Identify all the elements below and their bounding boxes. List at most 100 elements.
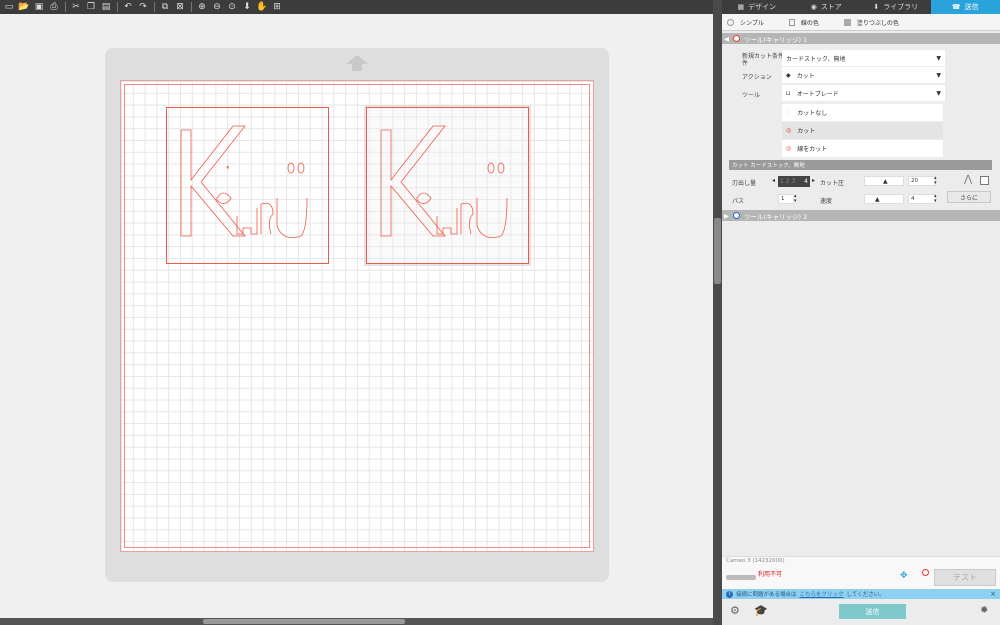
blade-depth-selector[interactable]: 1 2 3 4 [778, 176, 810, 187]
tab-fill-color-label: 塗りつぶしの色 [856, 19, 899, 27]
send-mode-tabs: シンプル 線の色 塗りつぶしの色 [722, 14, 1000, 31]
option-label: 線をカット [797, 146, 828, 153]
radio-icon [727, 18, 734, 26]
cut-icon[interactable]: ✂ [69, 1, 83, 13]
blade-depth-label: 刃出し量 [732, 180, 757, 187]
option-no-cut[interactable]: ◌ カットなし [782, 104, 943, 121]
tab-line-color-label: 線の色 [800, 19, 819, 27]
move-arrows-icon[interactable]: ✥ [900, 571, 908, 581]
ungroup-icon[interactable]: ⊠ [173, 1, 187, 13]
vertical-scrollbar[interactable] [713, 0, 722, 625]
zoom-out-icon[interactable]: ⊖ [210, 1, 224, 13]
action-select[interactable]: ◆ カット ▼ [782, 67, 945, 83]
paste-icon[interactable]: ▤ [99, 1, 113, 13]
blade-arrows-icon[interactable]: ▸ [812, 177, 815, 184]
zoom-select-icon[interactable]: ⊙ [225, 1, 239, 13]
test-button[interactable]: テスト [934, 569, 996, 586]
passes-input[interactable]: 1 [778, 194, 794, 204]
carriage-2-color-icon [733, 212, 740, 219]
zoom-fit-icon[interactable]: ⬇ [240, 1, 254, 13]
horizontal-scroll-thumb[interactable] [203, 619, 405, 624]
load-direction-arrow-icon [346, 55, 368, 71]
cut-icon: ◎ [786, 127, 792, 134]
cut-force-input[interactable]: 20 [908, 176, 936, 186]
close-icon[interactable]: × [990, 590, 996, 598]
info-link[interactable]: こちらをクリック [800, 590, 844, 598]
dropdown-arrow-icon: ▼ [936, 54, 941, 62]
speed-stepper-icon[interactable]: ▴ ▾ [934, 194, 937, 204]
copy-icon[interactable]: ❐ [84, 1, 98, 13]
collapse-triangle-icon: ◀ [724, 34, 729, 43]
blade-arrows-icon[interactable]: ◂ [772, 177, 775, 184]
tab-fill-color[interactable]: 塗りつぶしの色 [843, 18, 899, 27]
toolbar-divider [117, 2, 118, 12]
machine-settings-icon[interactable]: ⚙ [730, 604, 740, 617]
tab-simple[interactable]: シンプル [727, 18, 764, 27]
speed-label: 速度 [820, 198, 833, 205]
tab-library[interactable]: ⬇ ライブラリ [861, 0, 931, 14]
force-stepper-icon[interactable]: ▴ ▾ [934, 176, 937, 186]
device-status: 利用不可 [758, 571, 783, 578]
tab-simple-label: シンプル [740, 19, 764, 27]
open-icon[interactable]: 📂 [17, 1, 31, 13]
tab-store[interactable]: ◉ ストア [792, 0, 862, 14]
save-icon[interactable]: ▣ [32, 1, 46, 13]
fit-mat-icon[interactable]: ⊞ [270, 1, 284, 13]
more-settings-button[interactable]: さらに [947, 191, 991, 203]
material-label: 新規カット条件件 [742, 53, 785, 67]
info-text: 接続に問題がある場合は [736, 592, 797, 598]
zoom-in-icon[interactable]: ⊕ [195, 1, 209, 13]
design-object-selected[interactable] [366, 107, 529, 264]
pan-icon[interactable]: ✋ [255, 1, 269, 13]
material-header: カット カードストック、無地 [729, 160, 992, 170]
undo-icon[interactable]: ↶ [121, 1, 135, 13]
redo-icon[interactable]: ↷ [136, 1, 150, 13]
carriage-1-header[interactable]: ◀ ツール(キャリッジ) 1 [722, 33, 1000, 44]
speed-slider[interactable]: ▲ [864, 194, 904, 204]
material-value: カードストック、無地 [786, 55, 846, 63]
device-area: Cameo 3 (14232000) 利用不可 ✥ テスト [722, 556, 1000, 589]
checkbox-icon[interactable] [980, 176, 989, 185]
settings-gear-icon[interactable]: ✹ [980, 605, 988, 616]
send-icon: ☎ [951, 3, 961, 11]
tab-store-label: ストア [820, 3, 842, 11]
design-object[interactable]: K [166, 107, 329, 264]
tab-library-label: ライブラリ [883, 3, 919, 11]
action-label: アクション [742, 74, 772, 81]
passes-label: パス [732, 198, 745, 205]
material-select[interactable]: カードストック、無地 ▼ [782, 50, 945, 66]
design-artwork: K [180, 125, 308, 239]
grid-icon: ▦ [737, 3, 745, 11]
force-graph-icon[interactable]: ⋀ [964, 174, 972, 185]
group-icon[interactable]: ⧉ [158, 1, 172, 13]
option-cut[interactable]: ◎ カット [782, 122, 943, 139]
info-icon: i [726, 590, 733, 598]
option-line-cut[interactable]: ◎ 線をカット [782, 140, 943, 157]
toolbar-divider [191, 2, 192, 12]
send-button[interactable]: 送信 [839, 604, 906, 619]
expand-triangle-icon: ▶ [724, 211, 729, 220]
device-name: Cameo 3 (14232000) [726, 558, 785, 564]
main-tabs: ▦ デザイン ◉ ストア ⬇ ライブラリ ☎ 送信 [722, 0, 1000, 14]
tutorial-icon[interactable]: 🎓 [754, 604, 768, 617]
store-icon: ◉ [810, 3, 817, 11]
tab-line-color[interactable]: 線の色 [788, 18, 819, 27]
carriage-2-header[interactable]: ▶ ツール(キャリッジ) 2 [722, 210, 1000, 221]
passes-stepper-icon[interactable]: ▴ ▾ [794, 194, 797, 204]
carriage-2-title: ツール(キャリッジ) 2 [744, 212, 808, 221]
cut-force-slider[interactable]: ▲ [864, 176, 904, 186]
tool-select[interactable]: ⊔ オートブレード ▼ [782, 85, 945, 101]
carriage-1-title: ツール(キャリッジ) 1 [744, 35, 808, 44]
design-letter-k: K [227, 167, 229, 169]
speed-input[interactable]: 4 [908, 194, 936, 204]
vertical-scroll-thumb[interactable] [714, 218, 721, 284]
design-artwork [380, 125, 508, 239]
tab-design[interactable]: ▦ デザイン [722, 0, 792, 14]
send-panel: ▦ デザイン ◉ ストア ⬇ ライブラリ ☎ 送信 シンプル 線の色 塗りつぶしの色 ◀… [722, 0, 1000, 625]
new-icon[interactable]: ▭ [2, 1, 16, 13]
print-icon[interactable]: ⎙ [47, 1, 61, 13]
tab-send[interactable]: ☎ 送信 [930, 0, 1000, 14]
registration-icon[interactable] [922, 569, 929, 576]
toolbar-divider [65, 2, 66, 12]
blade-icon: ◆ [786, 71, 791, 79]
